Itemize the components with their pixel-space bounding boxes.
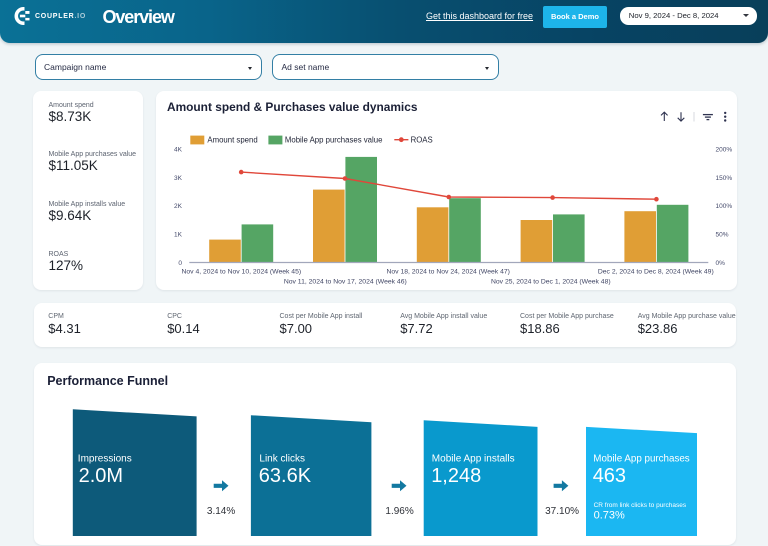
svg-text:4K: 4K xyxy=(174,146,183,153)
svg-text:Dec 2, 2024 to Dec 8, 2024 (We: Dec 2, 2024 to Dec 8, 2024 (Week 49) xyxy=(597,269,713,276)
svg-text:CR from link clicks to purchas: CR from link clicks to purchases xyxy=(594,502,687,509)
svg-text:3.14%: 3.14% xyxy=(207,506,235,517)
svg-text:Amount spend & Purchases value: Amount spend & Purchases value dynamics xyxy=(167,100,418,114)
svg-text:1K: 1K xyxy=(174,232,183,239)
svg-text:50%: 50% xyxy=(715,232,728,239)
svg-text:150%: 150% xyxy=(715,175,732,182)
svg-text:Amount spend: Amount spend xyxy=(207,136,257,145)
svg-text:100%: 100% xyxy=(715,203,732,210)
svg-text:Nov 25, 2024 to Dec 1, 2024 (W: Nov 25, 2024 to Dec 1, 2024 (Week 48) xyxy=(490,279,610,286)
svg-text:0: 0 xyxy=(178,260,182,267)
svg-text:Mobile App purchases value: Mobile App purchases value xyxy=(284,136,382,145)
svg-text:ROAS: ROAS xyxy=(410,136,432,145)
svg-text:2K: 2K xyxy=(174,203,183,210)
svg-text:1,248: 1,248 xyxy=(431,465,481,487)
svg-text:37.10%: 37.10% xyxy=(545,506,579,517)
svg-text:1.96%: 1.96% xyxy=(385,506,413,517)
svg-text:Nov 11, 2024 to Nov 17, 2024 (: Nov 11, 2024 to Nov 17, 2024 (Week 46) xyxy=(283,279,406,286)
svg-text:Impressions: Impressions xyxy=(78,454,132,465)
svg-text:2.0M: 2.0M xyxy=(79,465,123,487)
svg-text:0%: 0% xyxy=(715,260,725,267)
svg-text:Mobile App purchases: Mobile App purchases xyxy=(593,454,689,465)
svg-text:63.6K: 63.6K xyxy=(259,465,312,487)
svg-text:Mobile App installs: Mobile App installs xyxy=(432,454,515,465)
svg-text:Link clicks: Link clicks xyxy=(259,454,305,465)
svg-text:Nov 4, 2024 to Nov 10, 2024 (W: Nov 4, 2024 to Nov 10, 2024 (Week 45) xyxy=(181,269,301,276)
svg-text:463: 463 xyxy=(593,465,626,487)
svg-text:Nov 18, 2024 to Nov 24, 2024 (: Nov 18, 2024 to Nov 24, 2024 (Week 47) xyxy=(386,269,509,276)
svg-text:200%: 200% xyxy=(715,146,732,153)
svg-text:0.73%: 0.73% xyxy=(594,509,625,521)
svg-text:3K: 3K xyxy=(174,175,183,182)
